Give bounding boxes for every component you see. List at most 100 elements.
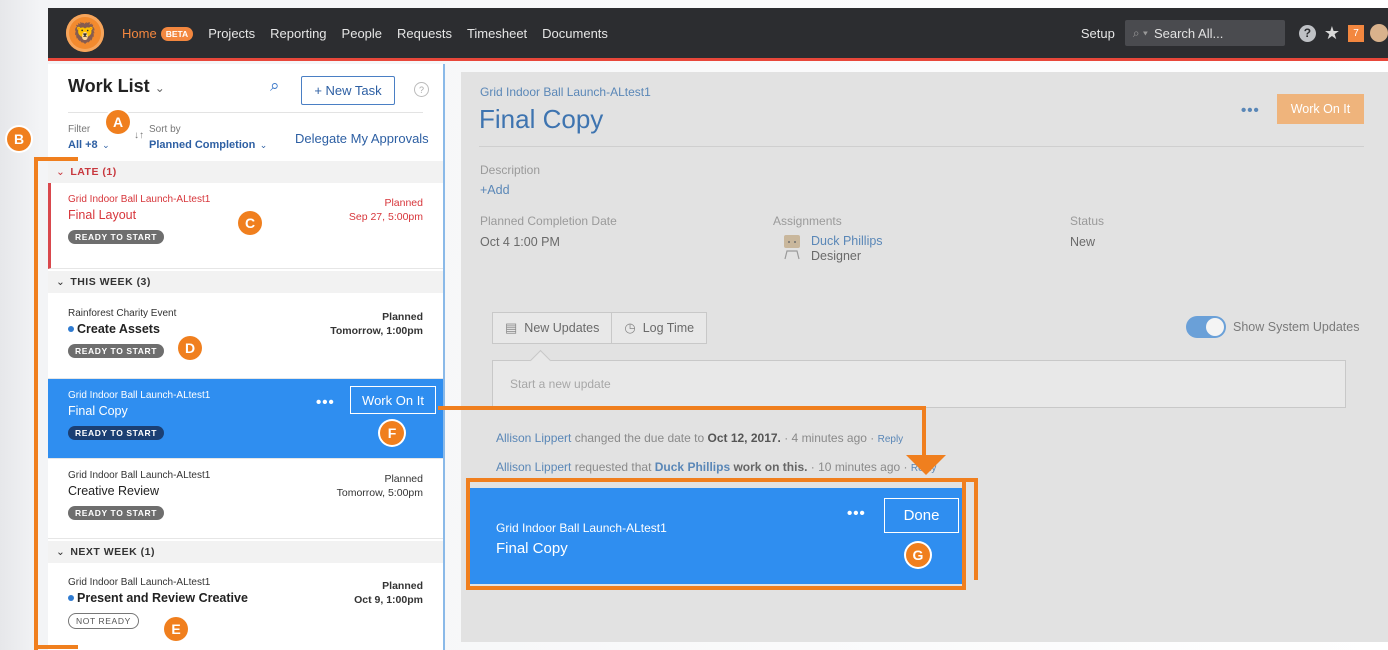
feed-item: Allison Lippert changed the due date to … xyxy=(496,431,903,445)
bracket-line xyxy=(34,157,38,650)
nav-documents[interactable]: Documents xyxy=(542,26,608,41)
tab-new-updates[interactable]: ▤ New Updates xyxy=(492,312,613,344)
system-updates-toggle[interactable] xyxy=(1186,316,1226,338)
task-name: Present and Review Creative xyxy=(77,591,248,605)
task-item-present-review[interactable]: Grid Indoor Ball Launch-ALtest1 Present … xyxy=(48,566,443,650)
nav-home[interactable]: Home BETA xyxy=(122,25,194,41)
group-label: LATE (1) xyxy=(70,166,117,178)
connector-line xyxy=(438,406,926,410)
new-task-button[interactable]: + New Task xyxy=(301,76,395,105)
card-task-name: Final Copy xyxy=(496,540,568,557)
planned-value: Tomorrow, 5:00pm xyxy=(336,487,423,499)
work-list-panel: Work List ⌄ ⌕ + New Task ? Filter All +8… xyxy=(48,64,445,650)
beta-badge: BETA xyxy=(160,26,194,41)
arrow-down-icon xyxy=(906,455,946,475)
status-badge: NOT READY xyxy=(68,613,139,629)
detail-project-link[interactable]: Grid Indoor Ball Launch-ALtest1 xyxy=(480,85,651,99)
feed-user-link[interactable]: Allison Lippert xyxy=(496,460,571,474)
status-value[interactable]: New xyxy=(1070,235,1095,249)
planned-completion-value[interactable]: Oct 4 1:00 PM xyxy=(480,235,560,249)
star-icon[interactable]: ★ xyxy=(1324,23,1340,44)
task-planned: Planned Tomorrow, 1:00pm xyxy=(330,310,423,338)
feed-user-link[interactable]: Allison Lippert xyxy=(496,431,571,445)
nav-timesheet[interactable]: Timesheet xyxy=(467,26,527,41)
work-list-header: Work List ⌄ ⌕ + New Task ? xyxy=(68,76,429,105)
task-item-create-assets[interactable]: Rainforest Charity Event Create Assets P… xyxy=(48,297,443,379)
help-icon[interactable]: ? xyxy=(1298,24,1316,42)
tab-log-time[interactable]: ◷ Log Time xyxy=(612,312,708,344)
search-icon[interactable]: ⌕ xyxy=(270,76,280,96)
chevron-down-icon: ⌄ xyxy=(259,140,268,150)
task-card-callout[interactable]: Grid Indoor Ball Launch-ALtest1 Final Co… xyxy=(470,488,962,584)
nav-right-group: Setup ⌕ ▾ Search All... ? ★ 7 xyxy=(1081,20,1388,46)
unread-dot-icon xyxy=(68,595,74,601)
assignee-name[interactable]: Duck Phillips xyxy=(811,234,883,248)
done-button[interactable]: Done xyxy=(884,498,959,533)
more-options-icon[interactable]: ••• xyxy=(1241,102,1260,119)
feed-time: · 10 minutes ago · xyxy=(807,460,911,474)
nav-projects[interactable]: Projects xyxy=(208,26,255,41)
group-label: THIS WEEK (3) xyxy=(70,276,151,288)
chevron-down-icon: ⌄ xyxy=(102,140,110,150)
notification-badge[interactable]: 7 xyxy=(1348,24,1364,42)
nav-requests[interactable]: Requests xyxy=(397,26,452,41)
sort-label: Sort by xyxy=(149,124,181,135)
unread-dot-icon xyxy=(68,326,74,332)
help-icon[interactable]: ? xyxy=(414,82,429,97)
global-search-input[interactable]: ⌕ ▾ Search All... xyxy=(1124,20,1285,46)
marker-f: F xyxy=(380,421,404,445)
work-on-it-button[interactable]: Work On It xyxy=(350,386,436,414)
nav-reporting[interactable]: Reporting xyxy=(270,26,326,41)
task-item-final-copy-selected[interactable]: Grid Indoor Ball Launch-ALtest1 Final Co… xyxy=(48,379,443,459)
chevron-down-icon: ⌄ xyxy=(154,81,165,95)
feed-text: work on this. xyxy=(730,460,808,474)
group-header-this-week[interactable]: ⌄ THIS WEEK (3) xyxy=(48,271,443,293)
bracket-line xyxy=(34,645,78,649)
card-frame xyxy=(466,586,966,590)
add-description-link[interactable]: +Add xyxy=(480,183,510,197)
marker-d: D xyxy=(178,336,202,360)
filter-dropdown[interactable]: Filter All +8 ⌄ xyxy=(68,124,110,153)
lion-logo-icon[interactable]: 🦁 xyxy=(66,14,104,52)
card-frame xyxy=(466,478,978,482)
card-frame xyxy=(974,478,978,580)
description-label: Description xyxy=(480,163,541,177)
filter-label: Filter xyxy=(68,124,91,135)
reply-link[interactable]: Reply xyxy=(878,434,904,445)
feed-text: changed the due date to xyxy=(571,431,708,445)
status-badge: READY TO START xyxy=(68,230,165,244)
more-options-icon[interactable]: ••• xyxy=(847,505,866,522)
filter-value: All +8 xyxy=(68,139,98,151)
assignments-label: Assignments xyxy=(773,214,842,228)
tab-label: New Updates xyxy=(524,321,600,335)
chevron-down-icon: ⌄ xyxy=(56,166,66,178)
detail-work-on-it-button[interactable]: Work On It xyxy=(1277,94,1364,124)
nav-home-label: Home xyxy=(122,25,157,41)
bracket-line xyxy=(34,157,78,161)
task-name: Create Assets xyxy=(77,322,160,336)
feed-item: Allison Lippert requested that Duck Phil… xyxy=(496,460,936,474)
group-header-next-week[interactable]: ⌄ NEXT WEEK (1) xyxy=(48,541,443,563)
feed-highlight-link[interactable]: Duck Phillips xyxy=(655,460,730,474)
new-update-input[interactable]: Start a new update xyxy=(492,360,1346,408)
group-header-late[interactable]: ⌄ LATE (1) xyxy=(48,161,443,183)
task-planned: Planned Sep 27, 5:00pm xyxy=(349,196,423,224)
delegate-approvals-link[interactable]: Delegate My Approvals xyxy=(295,131,429,146)
planned-value: Oct 9, 1:00pm xyxy=(354,594,423,606)
detail-title[interactable]: Final Copy xyxy=(479,104,603,135)
planned-label: Planned xyxy=(384,197,423,209)
card-frame xyxy=(962,478,966,590)
status-label: Status xyxy=(1070,214,1105,228)
task-item-creative-review[interactable]: Grid Indoor Ball Launch-ALtest1 Creative… xyxy=(48,459,443,539)
setup-link[interactable]: Setup xyxy=(1081,26,1115,41)
marker-g: G xyxy=(906,543,930,567)
marker-c: C xyxy=(238,211,262,235)
clock-icon: ◷ xyxy=(624,320,636,335)
nav-people[interactable]: People xyxy=(342,26,382,41)
more-options-icon[interactable]: ••• xyxy=(316,394,335,411)
group-label: NEXT WEEK (1) xyxy=(70,546,155,558)
comment-icon: ▤ xyxy=(505,320,518,335)
sort-dropdown[interactable]: ↓↑ Sort by Planned Completion ⌄ xyxy=(134,124,267,153)
feed-highlight: Oct 12, 2017. xyxy=(707,431,781,445)
user-avatar[interactable] xyxy=(1370,24,1388,42)
